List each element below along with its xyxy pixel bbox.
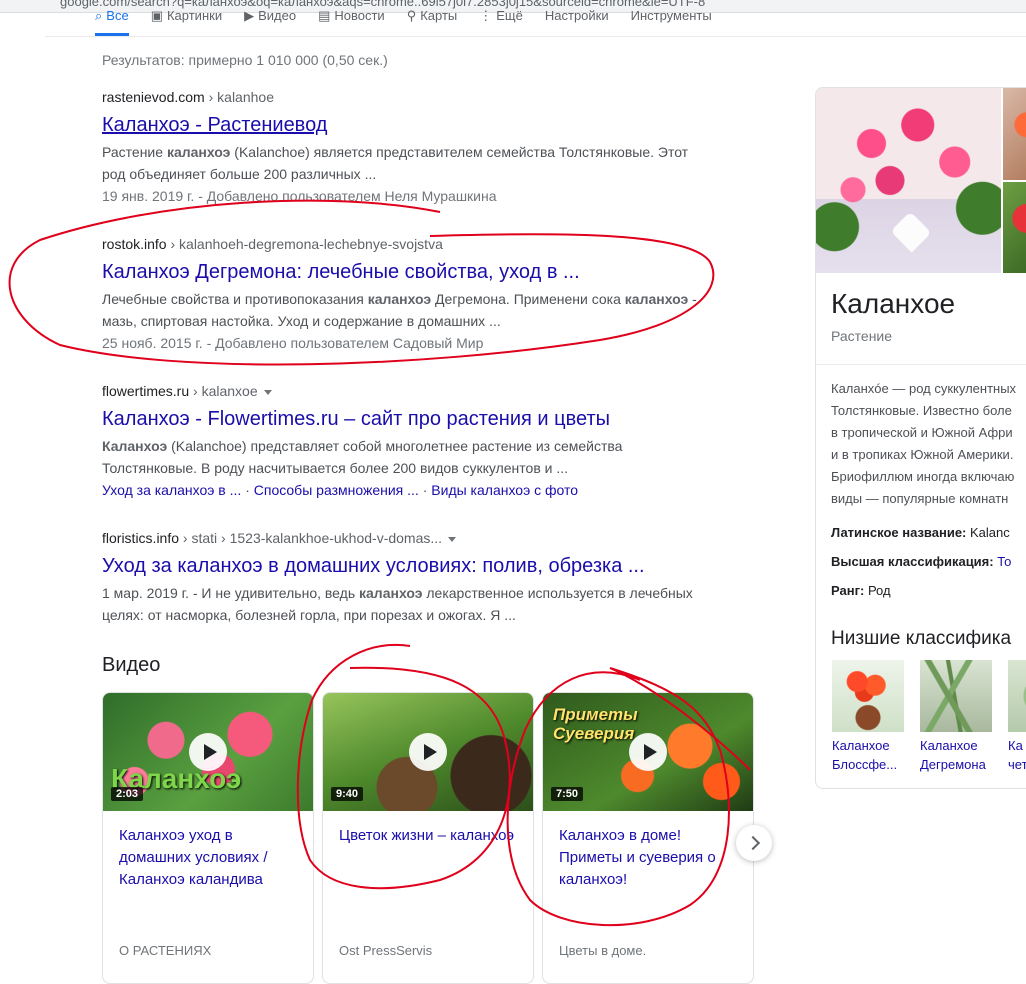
video-source: Ost PressServis <box>339 943 433 958</box>
play-icon[interactable] <box>629 733 667 771</box>
kp-thumb-label[interactable]: Ка чет <box>1008 736 1026 774</box>
result-cite[interactable]: rastenievod.com › kalanhoe <box>102 87 712 107</box>
play-icon[interactable] <box>189 733 227 771</box>
video-card[interactable]: Каланхоэ 2:03 Каланхоэ уход в домашних у… <box>102 692 314 984</box>
video-section-heading: Видео <box>102 654 161 676</box>
sitelink[interactable]: Способы размножения ... <box>254 482 419 498</box>
result-cite[interactable]: floristics.info › stati › 1523-kalankhoe… <box>102 528 712 548</box>
video-thumbnail[interactable]: Каланхоэ 2:03 <box>103 693 313 811</box>
search-result: floristics.info › stati › 1523-kalankhoe… <box>102 528 712 626</box>
video-source: О РАСТЕНИЯХ <box>119 943 212 958</box>
chevron-right-icon[interactable] <box>736 825 772 861</box>
result-cite[interactable]: flowertimes.ru › kalanxoe <box>102 381 712 401</box>
kp-thumb-image[interactable] <box>920 660 992 732</box>
tab-tools[interactable]: Инструменты <box>631 2 712 36</box>
result-snippet: Лечебные свойства и противопоказания кал… <box>102 291 697 329</box>
video-icon: ▶ <box>244 8 255 23</box>
image-icon: ▣ <box>150 8 163 23</box>
play-icon[interactable] <box>409 733 447 771</box>
more-icon: ⋮ <box>479 8 493 23</box>
tab-all[interactable]: ⌕ Все <box>95 2 129 36</box>
kp-thumb-label[interactable]: Каланхое Дегремона <box>920 736 986 774</box>
search-icon: ⌕ <box>95 8 103 23</box>
kp-fact: Высшая классификация: То <box>831 554 1012 569</box>
video-card[interactable]: 9:40 Цветок жизни – каланхоэ Ost PressSe… <box>322 692 534 984</box>
result-title-link[interactable]: Каланхоэ Дегремона: лечебные свойства, у… <box>102 259 712 285</box>
tab-news[interactable]: ▤ Новости <box>318 2 385 36</box>
chevron-down-icon[interactable] <box>263 389 272 395</box>
kp-thumb-label[interactable]: Каланхое Блоссфе... <box>832 736 897 774</box>
video-duration: 7:50 <box>551 787 584 801</box>
result-snippet: Каланхоэ (Kalanchoe) представляет собой … <box>102 438 623 476</box>
chevron-down-icon[interactable] <box>448 536 457 542</box>
result-meta: 19 янв. 2019 г. - Добавлено пользователе… <box>102 188 497 204</box>
video-title[interactable]: Каланхоэ в доме! Приметы и суеверия о ка… <box>543 811 753 891</box>
tab-images[interactable]: ▣ Картинки <box>151 2 222 36</box>
map-pin-icon: ⚲ <box>406 8 417 23</box>
tab-maps[interactable]: ⚲ Карты <box>407 2 458 36</box>
search-result: rostok.info › kalanhoeh-degremona-lecheb… <box>102 234 712 354</box>
kp-lower-classification-heading: Низшие классифика <box>831 628 1012 649</box>
heart-icon <box>890 211 932 253</box>
kp-side-image[interactable] <box>1003 182 1026 273</box>
sitelinks: Уход за каланхоэ в ... · Способы размнож… <box>102 482 579 498</box>
search-result: rastenievod.com › kalanhoe Каланхоэ - Ра… <box>102 87 712 207</box>
search-result: flowertimes.ru › kalanxoe Каланхоэ - Flo… <box>102 381 712 501</box>
result-title-link[interactable]: Уход за каланхоэ в домашних условиях: по… <box>102 553 712 579</box>
knowledge-panel: Каланхое Растение Каланхóе — род суккуле… <box>815 87 1026 789</box>
video-title[interactable]: Цветок жизни – каланхоэ <box>323 811 533 847</box>
sitelink[interactable]: Уход за каланхоэ в ... <box>102 482 241 498</box>
tab-video[interactable]: ▶ Видео <box>244 2 296 36</box>
video-title[interactable]: Каланхоэ уход в домашних условиях / Кала… <box>103 811 313 891</box>
tab-more[interactable]: ⋮ Ещё <box>479 2 523 36</box>
video-card[interactable]: Приметы Суеверия 7:50 Каланхоэ в доме! П… <box>542 692 754 984</box>
result-stats: Результатов: примерно 1 010 000 (0,50 се… <box>102 52 388 68</box>
kp-fact: Латинское название: Kalanc <box>831 525 1010 540</box>
video-duration: 9:40 <box>331 787 364 801</box>
kp-thumb-image[interactable] <box>1008 660 1026 732</box>
news-icon: ▤ <box>318 8 331 23</box>
result-snippet: Растение каланхоэ (Kalanchoe) является п… <box>102 144 689 182</box>
kp-divider <box>816 364 1026 365</box>
sitelink[interactable]: Виды каланхоэ с фото <box>431 482 578 498</box>
tabs-divider <box>45 36 1026 37</box>
result-meta: 25 нояб. 2015 г. - Добавлено пользовател… <box>102 335 484 351</box>
kp-description: Каланхóе — род суккулентных Толстянковые… <box>831 381 1017 506</box>
tab-settings[interactable]: Настройки <box>545 2 609 36</box>
video-thumbnail[interactable]: Приметы Суеверия 7:50 <box>543 693 753 811</box>
kp-subtitle: Растение <box>831 328 893 344</box>
result-cite[interactable]: rostok.info › kalanhoeh-degremona-lecheb… <box>102 234 712 254</box>
result-title-link[interactable]: Каланхоэ - Растениевод <box>102 112 712 138</box>
result-snippet: 1 мар. 2019 г. - И не удивительно, ведь … <box>102 585 693 623</box>
kp-thumb-image[interactable] <box>832 660 904 732</box>
kp-title: Каланхое <box>831 288 956 319</box>
kp-fact: Ранг: Род <box>831 583 891 598</box>
video-source: Цветы в доме. <box>559 943 647 958</box>
search-tabs: ⌕ Все ▣ Картинки ▶ Видео ▤ Новости ⚲ Карты ⋮ Е… <box>95 2 712 36</box>
video-thumbnail[interactable]: 9:40 <box>323 693 533 811</box>
kp-side-image[interactable] <box>1003 88 1026 180</box>
kp-main-image[interactable] <box>816 88 1001 273</box>
video-duration: 2:03 <box>111 787 144 801</box>
result-title-link[interactable]: Каланхоэ - Flowertimes.ru – сайт про рас… <box>102 406 712 432</box>
